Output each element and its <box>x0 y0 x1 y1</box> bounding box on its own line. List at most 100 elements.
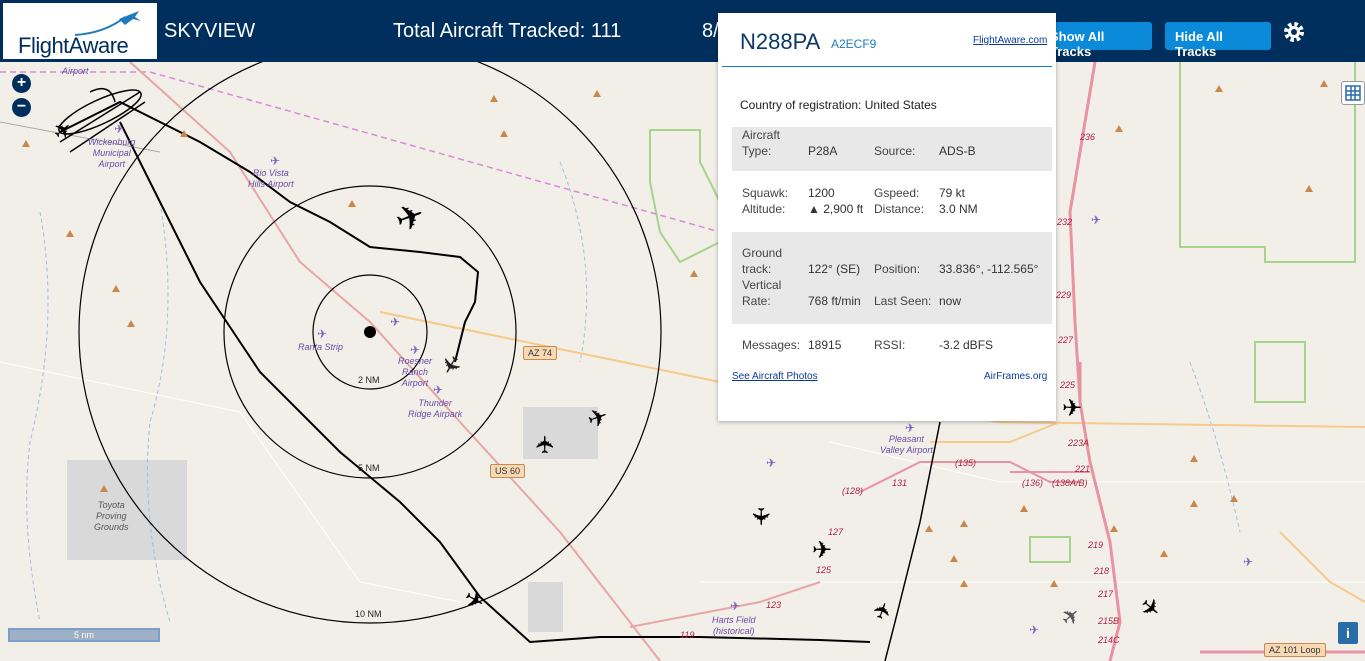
svg-text:✈: ✈ <box>270 154 280 168</box>
road-number: 127 <box>828 527 844 537</box>
road-number: 119 <box>680 630 695 640</box>
last-seen-value: now <box>939 294 962 308</box>
svg-text:✈: ✈ <box>410 343 420 357</box>
road-number: 219 <box>1088 540 1104 550</box>
vertical-rate-label: Vertical Rate: <box>742 278 782 308</box>
harts-field-label: Harts Field (historical) <box>712 615 756 636</box>
svg-text:✈: ✈ <box>317 327 327 341</box>
source-label: Source: <box>874 144 916 158</box>
range-label-10nm: 10 NM <box>355 609 382 619</box>
aircraft-icao[interactable]: A2ECF9 <box>831 37 876 51</box>
svg-text:✈: ✈ <box>1029 623 1039 637</box>
flightaware-logo[interactable]: FlightAware <box>3 3 157 59</box>
country-value: United States <box>864 98 937 112</box>
road-number: 214C <box>1098 635 1120 645</box>
gear-icon[interactable] <box>1282 20 1306 44</box>
road-number: (136) <box>1022 478 1044 488</box>
aircraft-photos-link[interactable]: See Aircraft Photos <box>732 371 818 382</box>
aircraft-type-band: Aircraft Type: P28A Source: ADS-B <box>732 127 1052 171</box>
flightaware-link[interactable]: FlightAware.com <box>973 35 1047 46</box>
road-shield-az101: AZ 101 Loop <box>1264 643 1326 657</box>
road-number: 236 <box>1080 132 1096 142</box>
squawk-label: Squawk: <box>742 186 789 200</box>
road-number: 218 <box>1094 566 1110 576</box>
roesner-ranch-label: Roesner Ranch Airport <box>398 356 433 388</box>
aircraft-type-label: Aircraft Type: <box>742 128 781 158</box>
gspeed-label: Gspeed: <box>874 186 920 200</box>
aircraft-icon[interactable]: ✈ <box>1062 394 1082 423</box>
road-number: 123 <box>766 600 782 610</box>
ground-track-value: 122° (SE) <box>808 262 861 276</box>
road-number: 225 <box>1060 380 1076 390</box>
road-number: 229 <box>1056 290 1072 300</box>
rssi-label: RSSI: <box>874 338 906 352</box>
squawk-band: Squawk: 1200 Gspeed: 79 kt Altitude: ▲ 2… <box>732 183 1052 227</box>
road-number: (138A/B) <box>1052 478 1088 488</box>
road-number: (135) <box>955 458 977 468</box>
date-text: 8/ <box>702 20 719 42</box>
svg-text:✈: ✈ <box>114 122 124 136</box>
svg-text:✈: ✈ <box>1091 213 1101 227</box>
info-button[interactable]: i <box>1338 622 1358 644</box>
road-number: 125 <box>816 565 832 575</box>
road-number: 232 <box>1057 217 1073 227</box>
svg-text:✈: ✈ <box>766 456 776 470</box>
rssi-value: -3.2 dBFS <box>939 338 994 352</box>
receiver-location-icon <box>364 326 376 338</box>
svg-text:✈: ✈ <box>730 599 740 613</box>
road-number: 131 <box>892 478 908 488</box>
hide-all-tracks-button[interactable]: Hide All Tracks <box>1165 22 1271 59</box>
road-number: 227 <box>1058 335 1074 345</box>
map-base: ✈ ✈ ✈ ✈ ✈ ✈ ✈ ✈ ✈ ✈ ✈ ✈ <box>0 62 1365 661</box>
squawk-value: 1200 <box>808 186 835 200</box>
aircraft-icon[interactable]: ✈ <box>812 536 832 565</box>
messages-band: Messages: 18915 RSSI: -3.2 dBFS <box>732 335 1052 359</box>
pleasant-valley-label: Pleasant Valley Airport <box>880 434 933 455</box>
range-label-5nm: 5 NM <box>358 463 380 473</box>
road-number: 223A <box>1068 438 1090 448</box>
aircraft-info-popup: N288PA A2ECF9 FlightAware.com Country of… <box>718 13 1056 421</box>
map-canvas[interactable]: ✈ ✈ ✈ ✈ ✈ ✈ ✈ ✈ ✈ ✈ ✈ ✈ ✈ ✈ ✈ ✈ ✈ ✈ ✈ ✈ … <box>0 62 1365 661</box>
toyota-proving-grounds-label: Toyota Proving Grounds <box>94 500 129 532</box>
svg-text:✈: ✈ <box>1243 555 1253 569</box>
distance-label: Distance: <box>874 202 925 216</box>
altitude-label: Altitude: <box>742 202 786 216</box>
scale-bar: 5 nm <box>8 628 160 642</box>
last-seen-label: Last Seen: <box>874 294 932 308</box>
svg-text:✈: ✈ <box>433 383 443 397</box>
position-label: Position: <box>874 262 921 276</box>
logo-text: FlightAware <box>18 33 129 58</box>
zoom-out-button[interactable]: − <box>12 98 31 117</box>
aircraft-icon[interactable]: ✈ <box>532 434 561 454</box>
show-all-tracks-button[interactable]: Show All Tracks <box>1040 22 1152 59</box>
road-shield-us60: US 60 <box>490 464 526 478</box>
ground-track-label: Ground track: <box>742 246 783 276</box>
aircraft-type-value: P28A <box>808 144 838 158</box>
ranta-strip-label: Ranta Strip <box>298 342 344 352</box>
source-value: ADS-B <box>939 144 976 158</box>
altitude-value: ▲ 2,900 ft <box>808 202 864 216</box>
messages-value: 18915 <box>808 338 842 352</box>
gspeed-value: 79 kt <box>939 186 966 200</box>
road-number: (128) <box>842 486 864 496</box>
track-band: Ground track: 122° (SE) Position: 33.836… <box>732 232 1052 324</box>
zoom-in-button[interactable]: + <box>12 74 31 93</box>
aircraft-icon[interactable]: ✈ <box>746 506 775 526</box>
aircraft-registration: N288PA <box>740 29 821 54</box>
road-number: 217 <box>1098 589 1114 599</box>
road-number: 215B <box>1098 616 1120 626</box>
airport-label: Airport <box>62 66 89 76</box>
wickenburg-airport-label: Wickenburg Municipal Airport <box>88 137 136 169</box>
layers-icon[interactable] <box>1341 81 1365 105</box>
top-bar: FlightAware SKYVIEW Total Aircraft Track… <box>0 0 1365 62</box>
distance-value: 3.0 NM <box>939 202 978 216</box>
total-aircraft-tracked: Total Aircraft Tracked: 111 <box>393 20 622 42</box>
country-row: Country of registration: United States <box>740 98 937 112</box>
vertical-rate-value: 768 ft/min <box>808 294 861 308</box>
rio-vista-airport-label: Rio Vista Hills Airport <box>248 168 294 189</box>
position-value: 33.836°, -112.565° <box>939 262 1039 276</box>
popup-divider <box>722 66 1052 67</box>
country-label: Country of registration: <box>740 98 862 112</box>
airframes-link[interactable]: AirFrames.org <box>984 371 1047 382</box>
road-shield-az74: AZ 74 <box>523 346 558 360</box>
